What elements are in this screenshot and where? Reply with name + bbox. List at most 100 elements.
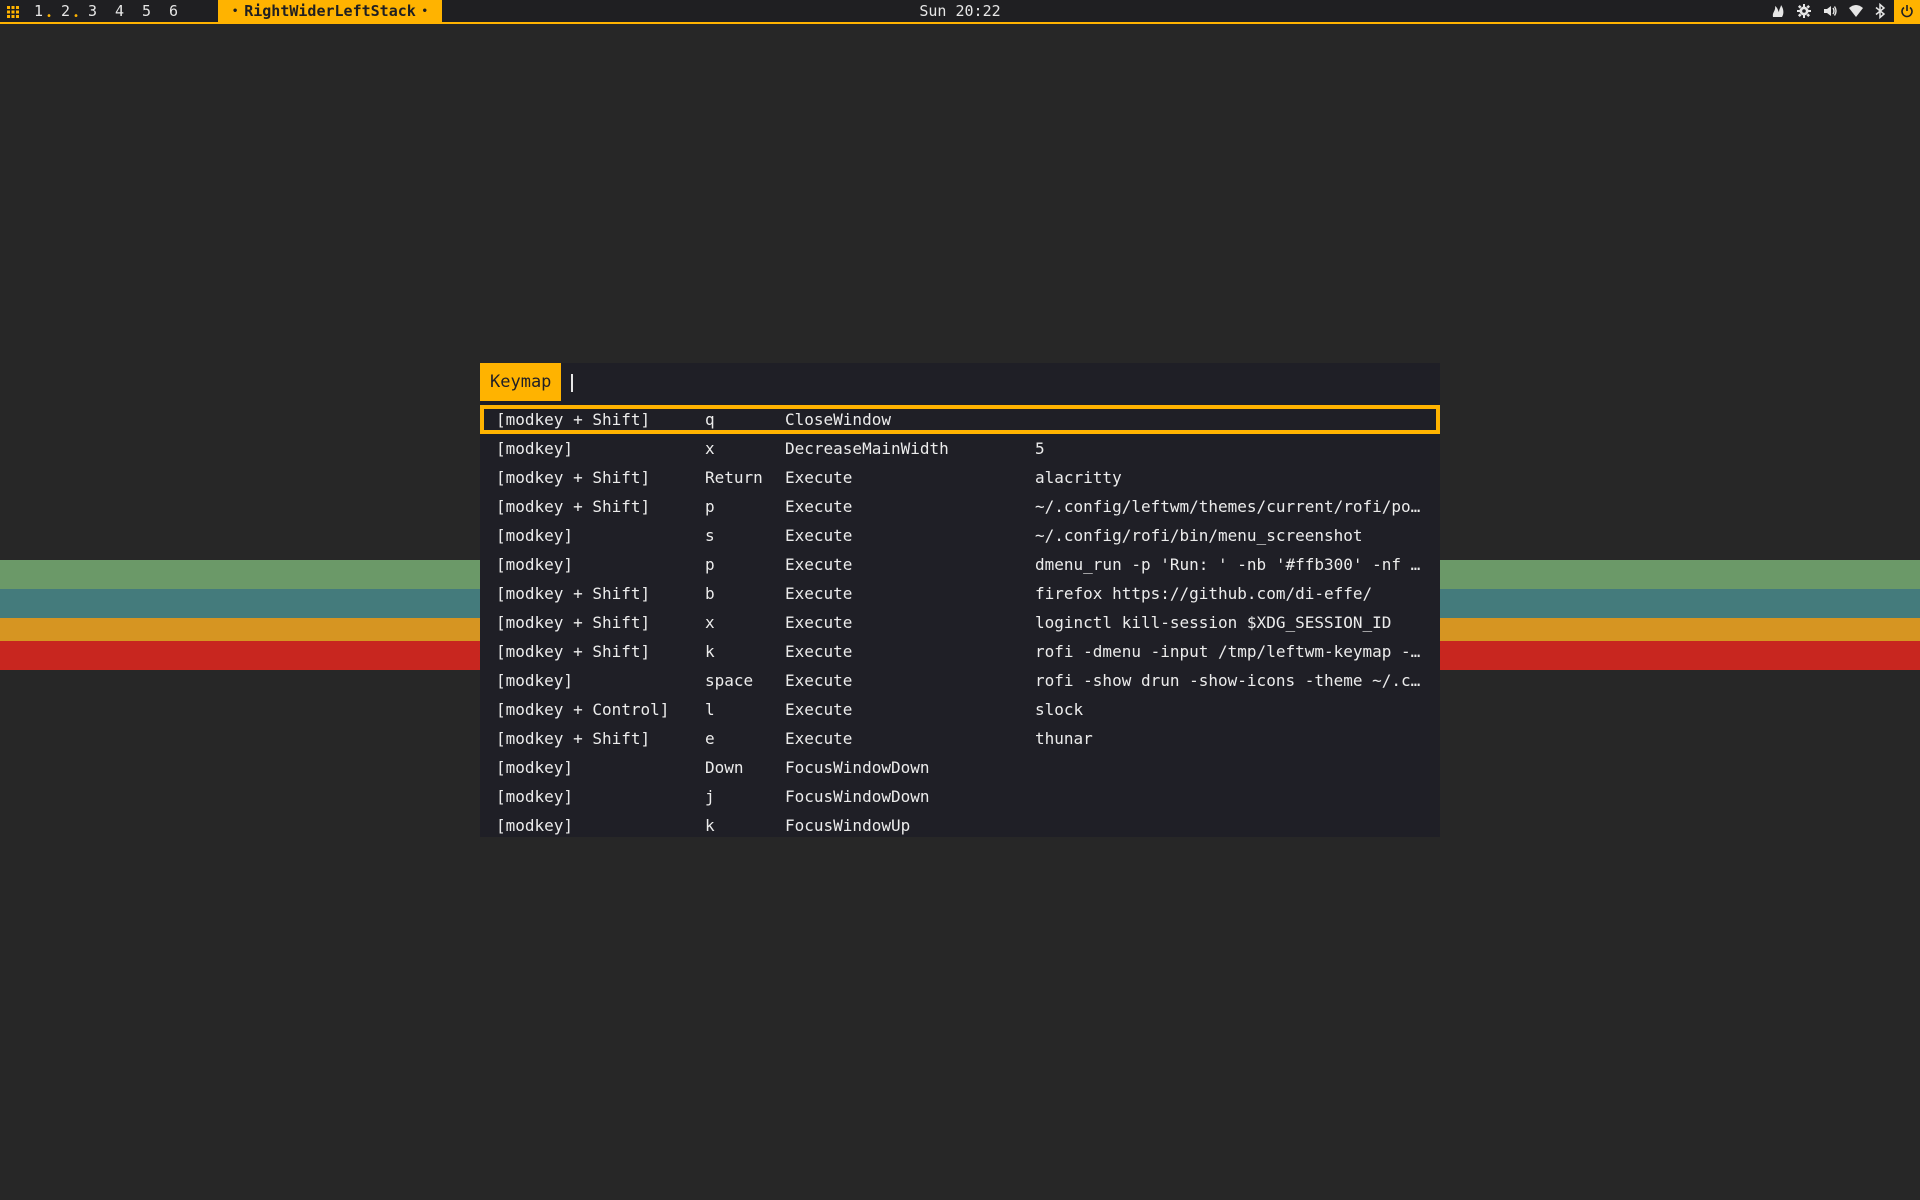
keymap-command: Execute xyxy=(785,700,853,719)
keymap-row[interactable]: [modkey] x DecreaseMainWidth 5 xyxy=(480,434,1440,463)
keymap-key: Down xyxy=(705,758,744,777)
keymap-modifier: [modkey + Shift] xyxy=(496,497,651,516)
layout-dot-right: • xyxy=(421,6,428,17)
keymap-key: space xyxy=(705,671,754,690)
keymap-key: p xyxy=(705,555,715,574)
keymap-key: q xyxy=(705,410,715,429)
system-tray xyxy=(1770,0,1886,22)
layout-name: RightWiderLeftStack xyxy=(244,2,416,20)
workspace-switcher: 1 • 2 • 3 4 5 6 xyxy=(34,0,196,22)
layout-dot-left: • xyxy=(232,6,239,17)
workspace-label: 4 xyxy=(115,2,125,20)
keymap-key: Return xyxy=(705,468,763,487)
keymap-key: l xyxy=(705,700,715,719)
workspace-6[interactable]: 6 xyxy=(169,0,196,22)
keymap-command: Execute xyxy=(785,497,853,516)
keymap-row[interactable]: [modkey] space Execute rofi -show drun -sho… xyxy=(480,666,1440,695)
workspace-2[interactable]: 2 • xyxy=(61,0,88,22)
keymap-row[interactable]: [modkey + Shift] q CloseWindow xyxy=(480,405,1440,434)
bluetooth-icon[interactable] xyxy=(1874,3,1886,19)
keymap-key: e xyxy=(705,729,715,748)
keymap-key: k xyxy=(705,816,715,835)
keymap-argument: ~/.config/leftwm/themes/current/rofi/po… xyxy=(1035,497,1421,516)
workspace-5[interactable]: 5 xyxy=(142,0,169,22)
keymap-prompt: Keymap xyxy=(480,363,562,401)
keymap-row[interactable]: [modkey + Shift] p Execute ~/.config/leftwm… xyxy=(480,492,1440,521)
keymap-row[interactable]: [modkey + Shift] b Execute firefox https://… xyxy=(480,579,1440,608)
volume-icon[interactable] xyxy=(1822,3,1838,19)
keymap-command: Execute xyxy=(785,671,853,690)
keymap-key: x xyxy=(705,439,715,458)
workspace-occupied-indicator: • xyxy=(46,11,53,22)
keymap-command: Execute xyxy=(785,468,853,487)
gear-icon[interactable] xyxy=(1796,3,1812,19)
keymap-command: Execute xyxy=(785,613,853,632)
workspace-occupied-indicator: • xyxy=(73,11,80,22)
keymap-argument: ~/.config/rofi/bin/menu_screenshot xyxy=(1035,526,1363,545)
keymap-command: FocusWindowUp xyxy=(785,816,911,835)
workspace-label: 2 xyxy=(61,2,71,20)
keymap-command: FocusWindowDown xyxy=(785,787,930,806)
keymap-modifier: [modkey] xyxy=(496,671,574,690)
keymap-modifier: [modkey] xyxy=(496,439,574,458)
keymap-row[interactable]: [modkey] s Execute ~/.config/rofi/bin/menu_… xyxy=(480,521,1440,550)
search-input-cursor[interactable] xyxy=(571,374,573,392)
keymap-modifier: [modkey + Shift] xyxy=(496,584,651,603)
keymap-modifier: [modkey + Shift] xyxy=(496,468,651,487)
workspace-1[interactable]: 1 • xyxy=(34,0,61,22)
keymap-command: Execute xyxy=(785,729,853,748)
layout-indicator[interactable]: • RightWiderLeftStack • xyxy=(218,0,442,22)
keymap-modifier: [modkey + Shift] xyxy=(496,642,651,661)
workspace-4[interactable]: 4 xyxy=(115,0,142,22)
keymap-row[interactable]: [modkey] p Execute dmenu_run -p 'Run: ' -nb… xyxy=(480,550,1440,579)
power-icon[interactable] xyxy=(1894,0,1920,22)
keymap-row[interactable]: [modkey + Shift] x Execute loginctl kill-se… xyxy=(480,608,1440,637)
keymap-command: DecreaseMainWidth xyxy=(785,439,949,458)
launcher-grid-icon[interactable] xyxy=(6,5,20,19)
keymap-row[interactable]: [modkey + Shift] e Execute thunar xyxy=(480,724,1440,753)
keymap-row[interactable]: [modkey + Shift] k Execute rofi -dmenu -inp… xyxy=(480,637,1440,666)
workspace-label: 5 xyxy=(142,2,152,20)
keymap-argument: dmenu_run -p 'Run: ' -nb '#ffb300' -nf … xyxy=(1035,555,1421,574)
keymap-modifier: [modkey] xyxy=(496,526,574,545)
workspace-3[interactable]: 3 xyxy=(88,0,115,22)
keymap-command: Execute xyxy=(785,642,853,661)
keymap-argument: loginctl kill-session $XDG_SESSION_ID xyxy=(1035,613,1392,632)
keymap-row[interactable]: [modkey + Shift] Return Execute alacritty xyxy=(480,463,1440,492)
keymap-row[interactable]: [modkey] Down FocusWindowDown xyxy=(480,753,1440,782)
keymap-modifier: [modkey + Shift] xyxy=(496,410,651,429)
keymap-argument: rofi -show drun -show-icons -theme ~/.c… xyxy=(1035,671,1421,690)
workspace-label: 3 xyxy=(88,2,98,20)
wifi-icon[interactable] xyxy=(1848,3,1864,19)
keymap-key: k xyxy=(705,642,715,661)
keymap-argument: alacritty xyxy=(1035,468,1122,487)
keymap-argument: firefox https://github.com/di-effe/ xyxy=(1035,584,1373,603)
top-bar: 1 • 2 • 3 4 5 6 • RightWiderLeftStack • Sun 20:22 xyxy=(0,0,1920,24)
keymap-key: x xyxy=(705,613,715,632)
keymap-modifier: [modkey] xyxy=(496,555,574,574)
keymap-row[interactable]: [modkey] j FocusWindowDown xyxy=(480,782,1440,811)
keymap-modifier: [modkey] xyxy=(496,816,574,835)
keymap-argument: 5 xyxy=(1035,439,1045,458)
keymap-command: Execute xyxy=(785,555,853,574)
workspace-label: 6 xyxy=(169,2,179,20)
keymap-row[interactable]: [modkey + Control] l Execute slock xyxy=(480,695,1440,724)
keymap-key: j xyxy=(705,787,715,806)
keymap-row[interactable]: [modkey] k FocusWindowUp xyxy=(480,811,1440,840)
keymap-key: b xyxy=(705,584,715,603)
keymap-argument: thunar xyxy=(1035,729,1093,748)
keymap-argument: slock xyxy=(1035,700,1084,719)
keymap-launcher: Keymap [modkey + Shift] q CloseWindow [modk… xyxy=(480,363,1440,837)
keymap-command: Execute xyxy=(785,526,853,545)
keymap-modifier: [modkey + Shift] xyxy=(496,729,651,748)
keymap-argument: rofi -dmenu -input /tmp/leftwm-keymap -… xyxy=(1035,642,1421,661)
flame-icon[interactable] xyxy=(1770,3,1786,19)
keymap-modifier: [modkey] xyxy=(496,787,574,806)
keymap-modifier: [modkey + Control] xyxy=(496,700,670,719)
keymap-modifier: [modkey] xyxy=(496,758,574,777)
keymap-key: p xyxy=(705,497,715,516)
keymap-modifier: [modkey + Shift] xyxy=(496,613,651,632)
keymap-list: [modkey + Shift] q CloseWindow [modkey] x Dec… xyxy=(480,405,1440,840)
keymap-command: Execute xyxy=(785,584,853,603)
keymap-key: s xyxy=(705,526,715,545)
